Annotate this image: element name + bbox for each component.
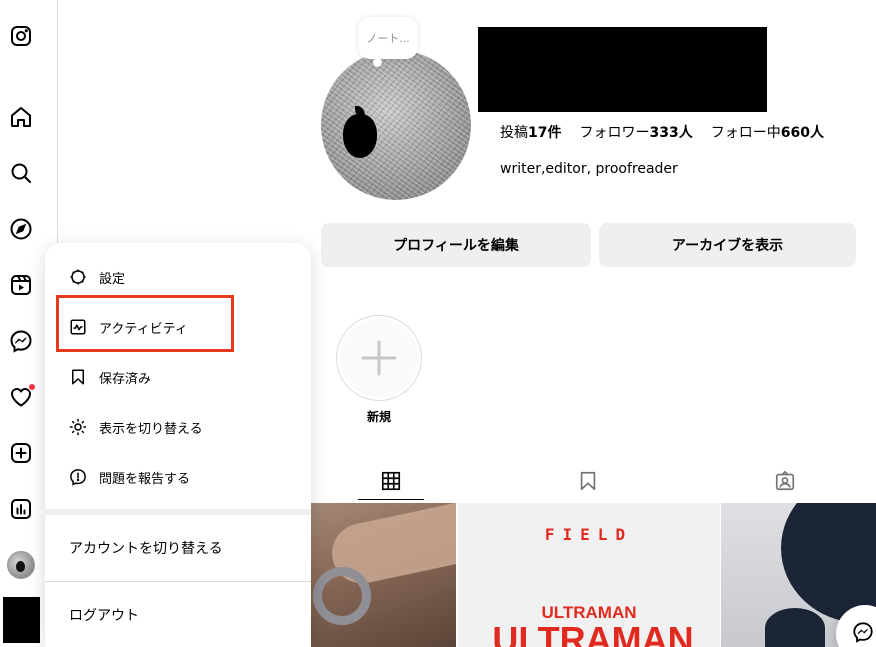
menu-item-label: 設定	[99, 271, 126, 287]
messenger-icon[interactable]	[8, 328, 34, 354]
bookmark-icon	[580, 471, 596, 491]
new-highlight-button[interactable]	[336, 315, 422, 401]
report-icon	[70, 469, 86, 486]
menu-divider	[45, 581, 311, 582]
notification-dot	[28, 383, 36, 391]
activity-icon	[70, 319, 86, 335]
new-highlight-label: 新規	[366, 410, 391, 424]
menu-item-label: 保存済み	[99, 371, 152, 387]
menu-item-activity[interactable]: アクティビティ	[57, 305, 299, 349]
profile-avatar[interactable]	[321, 50, 471, 200]
menu-item-switch-accounts[interactable]: アカウントを切り替える	[57, 526, 299, 570]
stat-followers[interactable]: フォロワー333人	[579, 122, 692, 142]
menu-item-label: アクティビティ	[99, 321, 188, 337]
username-redacted	[478, 27, 767, 112]
explore-icon[interactable]	[8, 216, 34, 242]
create-icon[interactable]	[8, 440, 34, 466]
profile-avatar-small[interactable]	[7, 551, 35, 579]
messenger-icon	[853, 622, 873, 643]
app-window: ノート... 投稿17件 フォロワー333人 フォロー中660人 writer,…	[0, 0, 876, 647]
menu-item-label: 表示を切り替える	[99, 421, 203, 437]
edit-profile-button[interactable]: プロフィールを編集	[321, 223, 591, 267]
menu-item-switch-appearance[interactable]: 表示を切り替える	[57, 405, 299, 449]
view-archive-button[interactable]: アーカイブを表示	[599, 223, 856, 267]
menu-item-saved[interactable]: 保存済み	[57, 355, 299, 399]
post-thumbnail[interactable]	[311, 503, 456, 647]
notifications-heart-icon[interactable]	[8, 383, 36, 410]
tagged-icon	[775, 470, 795, 491]
stat-posts: 投稿17件	[500, 125, 562, 141]
post-thumbnail[interactable]: FIELD ULTRAMAN ULTRAMAN	[458, 503, 720, 647]
menu-item-logout[interactable]: ログアウト	[57, 593, 299, 637]
note-placeholder: ノート...	[366, 32, 410, 45]
menu-item-report-problem[interactable]: 問題を報告する	[57, 455, 299, 499]
note-bubble-tail	[373, 58, 382, 67]
menu-item-settings[interactable]: 設定	[57, 255, 299, 299]
settings-gear-icon	[70, 269, 86, 285]
insights-icon[interactable]	[8, 496, 34, 522]
note-bubble[interactable]: ノート...	[358, 17, 418, 59]
bookmark-icon	[72, 369, 84, 385]
tab-saved[interactable]	[555, 462, 621, 500]
tab-tagged[interactable]	[752, 462, 818, 500]
grid-icon	[381, 471, 401, 490]
home-icon[interactable]	[8, 104, 34, 130]
search-icon[interactable]	[8, 160, 34, 186]
post-text-field: FIELD	[544, 525, 634, 544]
post-text-ultraman-large: ULTRAMAN	[492, 619, 694, 647]
sun-icon	[69, 418, 87, 436]
menu-item-label: 問題を報告する	[99, 471, 191, 487]
apple-logo	[343, 114, 377, 158]
profile-bio: writer,editor, proofreader	[500, 161, 678, 177]
profile-stats: 投稿17件 フォロワー333人 フォロー中660人	[500, 122, 824, 142]
reels-icon[interactable]	[8, 272, 34, 298]
tab-posts[interactable]	[358, 462, 424, 500]
menu-divider	[45, 509, 311, 515]
instagram-icon[interactable]	[8, 23, 34, 49]
stat-following[interactable]: フォロー中660人	[711, 122, 824, 142]
more-menu-button[interactable]	[3, 597, 40, 643]
more-menu: 設定 アクティビティ 保存済み 表示を切り替える 問題を報告する アカウントを切…	[45, 243, 311, 647]
plus-icon	[361, 340, 397, 376]
